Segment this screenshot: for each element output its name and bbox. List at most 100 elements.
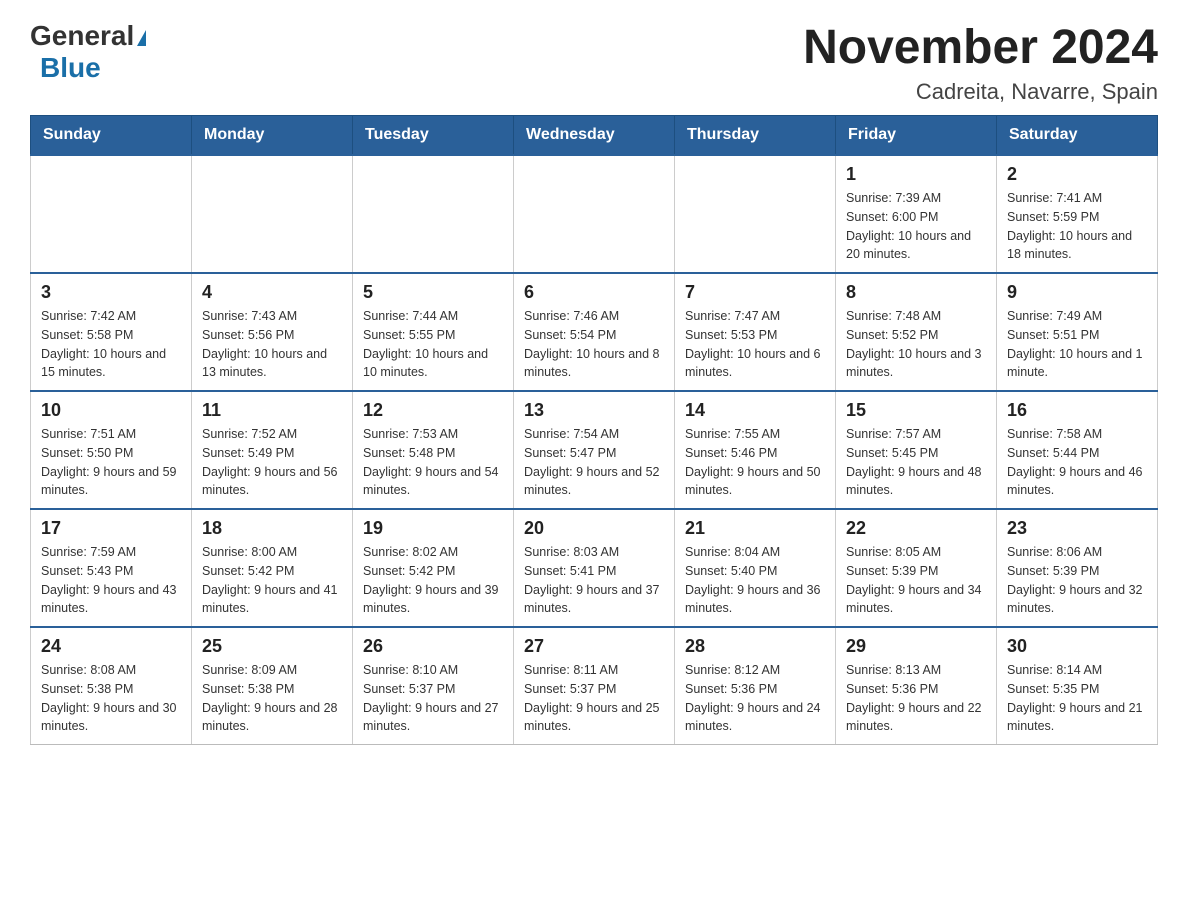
day-info: Sunrise: 7:46 AMSunset: 5:54 PMDaylight:…: [524, 307, 664, 382]
day-info: Sunrise: 8:05 AMSunset: 5:39 PMDaylight:…: [846, 543, 986, 618]
day-number: 25: [202, 636, 342, 657]
day-info: Sunrise: 8:06 AMSunset: 5:39 PMDaylight:…: [1007, 543, 1147, 618]
calendar-cell: 28 Sunrise: 8:12 AMSunset: 5:36 PMDayligh…: [675, 627, 836, 745]
day-number: 4: [202, 282, 342, 303]
calendar-cell: 10Sunrise: 7:51 AMSunset: 5:50 PMDayligh…: [31, 391, 192, 509]
header-thursday: Thursday: [675, 116, 836, 156]
day-info: Sunrise: 8:13 AMSunset: 5:36 PMDaylight:…: [846, 661, 986, 736]
header-friday: Friday: [836, 116, 997, 156]
day-info: Sunrise: 8:09 AMSunset: 5:38 PMDaylight:…: [202, 661, 342, 736]
day-info: Sunrise: 7:53 AMSunset: 5:48 PMDaylight:…: [363, 425, 503, 500]
calendar-cell: 25 Sunrise: 8:09 AMSunset: 5:38 PMDayligh…: [192, 627, 353, 745]
day-number: 16: [1007, 400, 1147, 421]
weekday-header-row: Sunday Monday Tuesday Wednesday Thursday…: [31, 116, 1158, 156]
calendar-cell: 21 Sunrise: 8:04 AMSunset: 5:40 PMDayligh…: [675, 509, 836, 627]
day-info: Sunrise: 7:44 AMSunset: 5:55 PMDaylight:…: [363, 307, 503, 382]
calendar-cell: [192, 155, 353, 273]
header-sunday: Sunday: [31, 116, 192, 156]
day-info: Sunrise: 7:43 AMSunset: 5:56 PMDaylight:…: [202, 307, 342, 382]
day-info: Sunrise: 8:03 AMSunset: 5:41 PMDaylight:…: [524, 543, 664, 618]
page-header: General Blue November 2024 Cadreita, Nav…: [30, 20, 1158, 105]
day-number: 28: [685, 636, 825, 657]
day-number: 8: [846, 282, 986, 303]
calendar-cell: 15 Sunrise: 7:57 AMSunset: 5:45 PMDayligh…: [836, 391, 997, 509]
day-number: 7: [685, 282, 825, 303]
calendar-cell: 23Sunrise: 8:06 AMSunset: 5:39 PMDayligh…: [997, 509, 1158, 627]
day-number: 2: [1007, 164, 1147, 185]
calendar-cell: 30 Sunrise: 8:14 AMSunset: 5:35 PMDayligh…: [997, 627, 1158, 745]
logo-triangle-icon: [137, 30, 146, 46]
day-number: 27: [524, 636, 664, 657]
day-info: Sunrise: 8:12 AMSunset: 5:36 PMDaylight:…: [685, 661, 825, 736]
day-number: 6: [524, 282, 664, 303]
calendar-week-row: 3Sunrise: 7:42 AMSunset: 5:58 PMDaylight…: [31, 273, 1158, 391]
logo-blue-text: Blue: [40, 52, 101, 84]
day-number: 9: [1007, 282, 1147, 303]
calendar-cell: [514, 155, 675, 273]
day-number: 19: [363, 518, 503, 539]
calendar-week-row: 24 Sunrise: 8:08 AMSunset: 5:38 PMDayligh…: [31, 627, 1158, 745]
day-number: 14: [685, 400, 825, 421]
day-info: Sunrise: 8:02 AMSunset: 5:42 PMDaylight:…: [363, 543, 503, 618]
day-number: 18: [202, 518, 342, 539]
calendar-cell: 19 Sunrise: 8:02 AMSunset: 5:42 PMDayligh…: [353, 509, 514, 627]
day-number: 22: [846, 518, 986, 539]
day-number: 1: [846, 164, 986, 185]
calendar-table: Sunday Monday Tuesday Wednesday Thursday…: [30, 115, 1158, 745]
header-saturday: Saturday: [997, 116, 1158, 156]
day-number: 15: [846, 400, 986, 421]
day-info: Sunrise: 7:55 AMSunset: 5:46 PMDaylight:…: [685, 425, 825, 500]
calendar-cell: 14 Sunrise: 7:55 AMSunset: 5:46 PMDayligh…: [675, 391, 836, 509]
day-info: Sunrise: 7:48 AMSunset: 5:52 PMDaylight:…: [846, 307, 986, 382]
day-info: Sunrise: 8:14 AMSunset: 5:35 PMDaylight:…: [1007, 661, 1147, 736]
calendar-cell: 16 Sunrise: 7:58 AMSunset: 5:44 PMDayligh…: [997, 391, 1158, 509]
day-info: Sunrise: 7:47 AMSunset: 5:53 PMDaylight:…: [685, 307, 825, 382]
calendar-week-row: 1 Sunrise: 7:39 AMSunset: 6:00 PMDaylight…: [31, 155, 1158, 273]
calendar-cell: 13 Sunrise: 7:54 AMSunset: 5:47 PMDayligh…: [514, 391, 675, 509]
header-tuesday: Tuesday: [353, 116, 514, 156]
day-number: 30: [1007, 636, 1147, 657]
header-wednesday: Wednesday: [514, 116, 675, 156]
day-number: 12: [363, 400, 503, 421]
calendar-cell: [675, 155, 836, 273]
day-number: 13: [524, 400, 664, 421]
logo-general-text: General: [30, 20, 134, 52]
calendar-week-row: 17Sunrise: 7:59 AMSunset: 5:43 PMDayligh…: [31, 509, 1158, 627]
day-info: Sunrise: 7:42 AMSunset: 5:58 PMDaylight:…: [41, 307, 181, 382]
day-info: Sunrise: 8:00 AMSunset: 5:42 PMDaylight:…: [202, 543, 342, 618]
calendar-cell: 26 Sunrise: 8:10 AMSunset: 5:37 PMDayligh…: [353, 627, 514, 745]
calendar-cell: 9 Sunrise: 7:49 AMSunset: 5:51 PMDaylight…: [997, 273, 1158, 391]
calendar-cell: 18 Sunrise: 8:00 AMSunset: 5:42 PMDayligh…: [192, 509, 353, 627]
calendar-cell: [353, 155, 514, 273]
day-info: Sunrise: 7:57 AMSunset: 5:45 PMDaylight:…: [846, 425, 986, 500]
calendar-week-row: 10Sunrise: 7:51 AMSunset: 5:50 PMDayligh…: [31, 391, 1158, 509]
title-section: November 2024 Cadreita, Navarre, Spain: [803, 20, 1158, 105]
day-info: Sunrise: 8:11 AMSunset: 5:37 PMDaylight:…: [524, 661, 664, 736]
calendar-cell: 8 Sunrise: 7:48 AMSunset: 5:52 PMDaylight…: [836, 273, 997, 391]
day-info: Sunrise: 7:54 AMSunset: 5:47 PMDaylight:…: [524, 425, 664, 500]
day-number: 24: [41, 636, 181, 657]
day-info: Sunrise: 7:52 AMSunset: 5:49 PMDaylight:…: [202, 425, 342, 500]
calendar-cell: 20 Sunrise: 8:03 AMSunset: 5:41 PMDayligh…: [514, 509, 675, 627]
day-number: 20: [524, 518, 664, 539]
day-number: 21: [685, 518, 825, 539]
day-info: Sunrise: 7:39 AMSunset: 6:00 PMDaylight:…: [846, 189, 986, 264]
day-info: Sunrise: 7:49 AMSunset: 5:51 PMDaylight:…: [1007, 307, 1147, 382]
calendar-cell: 29Sunrise: 8:13 AMSunset: 5:36 PMDayligh…: [836, 627, 997, 745]
calendar-title: November 2024: [803, 20, 1158, 75]
day-info: Sunrise: 8:10 AMSunset: 5:37 PMDaylight:…: [363, 661, 503, 736]
calendar-cell: 27 Sunrise: 8:11 AMSunset: 5:37 PMDayligh…: [514, 627, 675, 745]
calendar-cell: 22 Sunrise: 8:05 AMSunset: 5:39 PMDayligh…: [836, 509, 997, 627]
calendar-cell: 6 Sunrise: 7:46 AMSunset: 5:54 PMDaylight…: [514, 273, 675, 391]
day-info: Sunrise: 8:04 AMSunset: 5:40 PMDaylight:…: [685, 543, 825, 618]
day-info: Sunrise: 8:08 AMSunset: 5:38 PMDaylight:…: [41, 661, 181, 736]
calendar-cell: 12 Sunrise: 7:53 AMSunset: 5:48 PMDayligh…: [353, 391, 514, 509]
day-info: Sunrise: 7:51 AMSunset: 5:50 PMDaylight:…: [41, 425, 181, 500]
calendar-cell: 7 Sunrise: 7:47 AMSunset: 5:53 PMDaylight…: [675, 273, 836, 391]
calendar-cell: 24 Sunrise: 8:08 AMSunset: 5:38 PMDayligh…: [31, 627, 192, 745]
calendar-cell: 2Sunrise: 7:41 AMSunset: 5:59 PMDaylight…: [997, 155, 1158, 273]
day-number: 11: [202, 400, 342, 421]
day-number: 26: [363, 636, 503, 657]
day-number: 5: [363, 282, 503, 303]
day-info: Sunrise: 7:58 AMSunset: 5:44 PMDaylight:…: [1007, 425, 1147, 500]
